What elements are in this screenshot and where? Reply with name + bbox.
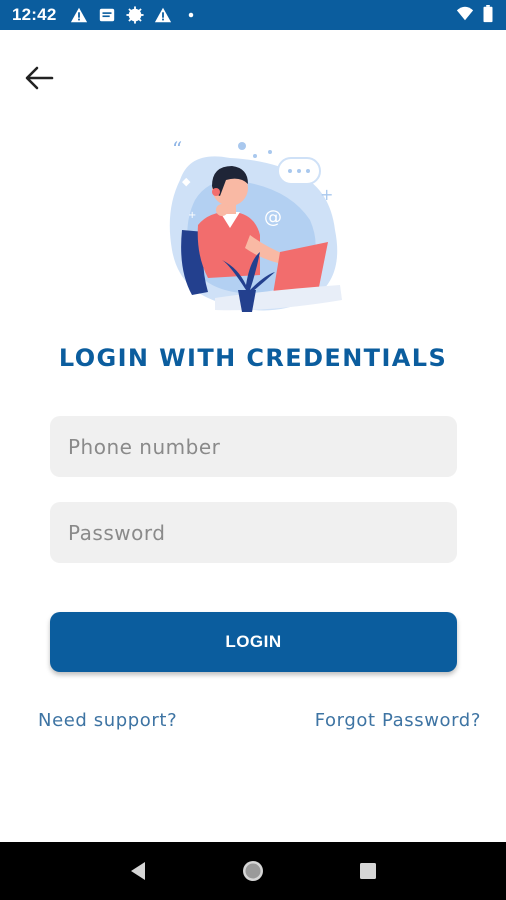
svg-text:@: @: [264, 207, 282, 228]
phone-number-input[interactable]: [50, 416, 457, 477]
nav-home-button[interactable]: [233, 851, 273, 891]
battery-icon: [483, 5, 493, 23]
svg-text:◆: ◆: [182, 175, 191, 188]
square-recents-icon: [360, 863, 377, 879]
system-icons: [456, 5, 494, 23]
alert-triangle-icon: [71, 7, 88, 23]
nav-recents-button[interactable]: [348, 851, 388, 891]
triangle-back-icon: [130, 862, 145, 880]
dot-icon: [189, 12, 194, 18]
back-button[interactable]: [22, 62, 58, 94]
status-bar: 12:42: [0, 0, 506, 30]
wifi-icon: [456, 6, 474, 21]
message-icon: [100, 8, 115, 22]
nav-back-button[interactable]: [118, 851, 158, 891]
notification-icons: [70, 6, 200, 24]
need-support-link[interactable]: Need support?: [38, 710, 177, 731]
svg-text:+: +: [188, 210, 196, 221]
support-agent-illustration: “ + @ ◆ +: [169, 140, 342, 312]
login-button[interactable]: LOGIN: [50, 612, 457, 672]
alert-triangle-icon: [155, 7, 172, 23]
gear-badge-icon: [126, 6, 145, 24]
svg-text:+: +: [320, 185, 333, 204]
page-title: LOGIN WITH CREDENTIALS: [58, 344, 448, 372]
svg-text:“: “: [172, 140, 182, 161]
password-input[interactable]: [50, 502, 457, 563]
arrow-left-icon: [25, 66, 54, 90]
circle-home-icon: [242, 861, 263, 881]
system-nav-bar: [0, 842, 506, 900]
status-time: 12:42: [12, 5, 57, 24]
forgot-password-link[interactable]: Forgot Password?: [315, 710, 481, 731]
